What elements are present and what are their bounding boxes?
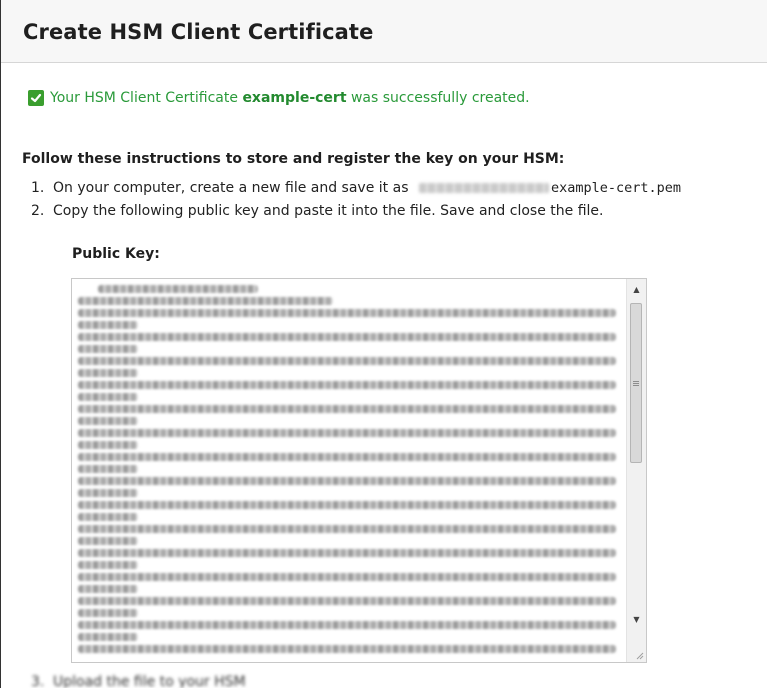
key-line [78, 357, 616, 365]
key-line [78, 597, 616, 605]
key-line [78, 621, 616, 629]
key-line [78, 537, 138, 545]
key-line [78, 525, 616, 533]
public-key-content[interactable] [72, 279, 628, 662]
page-title: Create HSM Client Certificate [23, 20, 374, 44]
key-line [78, 633, 138, 641]
key-line [78, 465, 138, 473]
key-line [78, 561, 138, 569]
key-line [78, 501, 616, 509]
step-number: 3. [31, 674, 45, 688]
key-line [78, 297, 333, 305]
success-suffix: was successfully created. [346, 90, 530, 106]
step-text: Upload the file to your HSM [53, 674, 246, 688]
resize-grip-icon[interactable] [632, 648, 644, 660]
instruction-step-3: 3. Upload the file to your HSM [31, 674, 767, 688]
key-line [78, 345, 138, 353]
create-hsm-client-certificate-dialog: Create HSM Client Certificate Your HSM C… [0, 0, 767, 688]
key-line [78, 333, 616, 341]
key-line [98, 285, 258, 293]
scrollbar-thumb[interactable] [630, 303, 642, 463]
key-line [78, 429, 616, 437]
key-line [78, 573, 616, 581]
step-number: 1. [31, 180, 45, 196]
key-line [78, 477, 616, 485]
step-text: Copy the following public key and paste … [53, 203, 604, 219]
key-line [78, 321, 138, 329]
public-key-textarea[interactable]: ▲ ▼ [71, 278, 647, 663]
dialog-header: Create HSM Client Certificate [1, 0, 767, 63]
key-line [78, 585, 138, 593]
vertical-scrollbar[interactable]: ▲ ▼ [626, 279, 646, 662]
key-line [78, 609, 138, 617]
key-line [78, 369, 138, 377]
instructions-heading: Follow these instructions to store and r… [22, 151, 565, 167]
step-number: 2. [31, 203, 45, 219]
success-prefix: Your HSM Client Certificate [50, 90, 243, 106]
redacted-file-path [418, 183, 549, 193]
public-key-label: Public Key: [72, 246, 160, 262]
scroll-up-arrow-icon[interactable]: ▲ [627, 281, 646, 298]
key-line [78, 645, 616, 653]
instruction-step-1: 1. On your computer, create a new file an… [31, 180, 681, 196]
key-line [78, 405, 616, 413]
certificate-filename: example-cert.pem [550, 180, 681, 196]
scroll-down-arrow-icon[interactable]: ▼ [627, 611, 646, 628]
certificate-name: example-cert [242, 90, 347, 106]
checkmark-icon [28, 90, 44, 106]
key-line [78, 513, 138, 521]
key-line [78, 549, 616, 557]
step-text: On your computer, create a new file and … [53, 180, 413, 196]
key-line [78, 381, 616, 389]
key-line [78, 489, 138, 497]
key-line [78, 393, 138, 401]
success-message: Your HSM Client Certificate example-cert… [28, 90, 530, 106]
key-line [78, 309, 616, 317]
instruction-step-2: 2. Copy the following public key and past… [31, 203, 603, 219]
key-line [78, 441, 138, 449]
key-line [78, 453, 616, 461]
key-line [78, 417, 138, 425]
